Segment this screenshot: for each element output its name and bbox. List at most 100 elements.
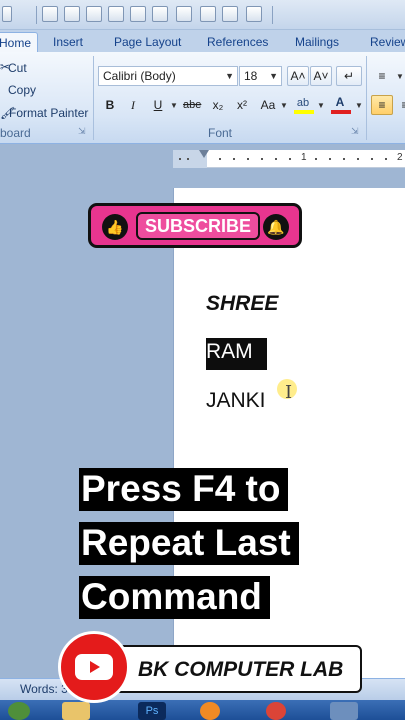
text-cursor-icon: I (285, 382, 293, 403)
word-count[interactable]: Words: 3 (20, 682, 68, 696)
youtube-play-icon (75, 654, 113, 680)
ruler-tick (187, 158, 189, 160)
subscribe-label[interactable]: SUBSCRIBE (136, 212, 260, 240)
align-left-icon: ≡ (378, 98, 386, 112)
checkbox-icon[interactable] (246, 6, 262, 22)
font-name-select[interactable]: Calibri (Body) ▼ (98, 66, 238, 86)
toolbar-separator (272, 6, 273, 24)
print-preview-icon[interactable] (200, 6, 216, 22)
highlight-button[interactable]: ab (292, 92, 314, 114)
window-taskbar-icon[interactable] (330, 702, 358, 720)
font-color-dropdown-icon[interactable]: ▼ (355, 101, 363, 110)
tab-mailings[interactable]: Mailings (295, 32, 339, 52)
open-folder-icon[interactable] (130, 6, 146, 22)
strikethrough-button[interactable]: abe (182, 95, 202, 115)
chevron-down-icon: ▼ (269, 71, 278, 81)
bold-button[interactable]: B (100, 95, 120, 115)
caption-line-2: Repeat Last (79, 517, 299, 569)
spelling-check-icon[interactable] (222, 6, 238, 22)
bullets-button[interactable]: ≡ (372, 66, 392, 86)
redo-icon[interactable] (42, 6, 58, 22)
ruler-number: 2 (397, 152, 403, 163)
document-line-ram-selected[interactable]: RAM (206, 338, 267, 370)
new-document-icon[interactable] (108, 6, 124, 22)
italic-button[interactable]: I (123, 95, 143, 115)
ruler-tick (261, 158, 263, 160)
ruler-tick (289, 158, 291, 160)
taskbar: Ps (0, 700, 405, 720)
ruler-tick (357, 158, 359, 160)
explorer-taskbar-icon[interactable] (62, 702, 90, 720)
save-icon[interactable] (152, 6, 168, 22)
toolbar-separator (36, 6, 37, 24)
align-left-button[interactable]: ≡ (371, 95, 393, 115)
group-separator (93, 56, 94, 140)
shrink-font-button[interactable]: A˅ (310, 66, 332, 86)
align-center-button[interactable]: ≡ (395, 95, 405, 115)
underline-button[interactable]: U (148, 95, 168, 115)
youtube-logo-icon[interactable] (58, 631, 130, 703)
channel-name: BK COMPUTER LAB (138, 658, 344, 681)
underline-dropdown-icon[interactable]: ▼ (170, 101, 178, 110)
caption-text: Repeat Last (79, 522, 299, 565)
quick-access-toolbar (0, 0, 405, 30)
caption-line-3: Command (79, 571, 270, 623)
caption-line-1: Press F4 to (79, 463, 289, 515)
superscript-button[interactable]: x² (232, 95, 252, 115)
ruler-tick (179, 158, 181, 160)
tab-page-layout[interactable]: Page Layout (114, 32, 181, 52)
print-icon[interactable] (176, 6, 192, 22)
play-triangle-icon (90, 661, 100, 673)
group-separator (366, 56, 367, 140)
subscribe-banner[interactable]: 👍 SUBSCRIBE 🔔 (88, 203, 302, 248)
ribbon: ✂ Cut Copy 🖌 Format Painter board ⇲ Cali… (0, 52, 405, 144)
chrome-taskbar-icon[interactable] (266, 702, 286, 720)
ruler-tick (329, 158, 331, 160)
indent-marker-icon[interactable] (199, 150, 209, 168)
clipboard-dialog-launcher-icon[interactable]: ⇲ (78, 126, 86, 137)
horizontal-ruler: 1 2 (173, 150, 405, 168)
ruler-tick (275, 158, 277, 160)
undo-icon[interactable] (2, 6, 12, 22)
change-case-dropdown-icon[interactable]: ▼ (280, 101, 288, 110)
font-size-value: 18 (244, 69, 258, 83)
document-line-janki[interactable]: JANKI (206, 389, 266, 413)
customize-toolbar-icon[interactable] (280, 6, 288, 22)
font-color-button[interactable]: A (329, 92, 351, 114)
copy-doc-icon[interactable] (86, 6, 102, 22)
highlight-dropdown-icon[interactable]: ▼ (317, 101, 325, 110)
tab-home[interactable]: Home (0, 32, 39, 52)
tab-review[interactable]: Review (370, 32, 405, 52)
thumbs-up-icon[interactable]: 👍 (102, 214, 128, 240)
ruler-number: 1 (301, 152, 307, 163)
tab-references[interactable]: References (207, 32, 268, 52)
start-button-icon[interactable] (8, 702, 30, 720)
cut-button[interactable]: Cut (8, 61, 27, 75)
firefox-taskbar-icon[interactable] (200, 702, 220, 720)
photoshop-taskbar-icon[interactable]: Ps (138, 702, 166, 720)
ruler-tick (219, 158, 221, 160)
edit-icon[interactable] (64, 6, 80, 22)
bullets-dropdown-icon[interactable]: ▼ (396, 72, 404, 81)
ruler-tick (385, 158, 387, 160)
format-painter-button[interactable]: Format Painter (9, 106, 88, 120)
clipboard-group-label: board (0, 126, 31, 140)
font-dialog-launcher-icon[interactable]: ⇲ (351, 126, 359, 137)
grow-font-button[interactable]: A˄ (287, 66, 309, 86)
clear-formatting-button[interactable]: ↵ (336, 66, 362, 86)
font-size-select[interactable]: 18 ▼ (239, 66, 282, 86)
ruler-tick (247, 158, 249, 160)
caption-text: Command (79, 576, 270, 619)
copy-button[interactable]: Copy (8, 83, 36, 97)
tab-insert[interactable]: Insert (53, 32, 83, 52)
document-line-shree[interactable]: SHREE (206, 292, 278, 316)
font-group-label: Font (208, 126, 233, 140)
caption-text: Press F4 to (79, 468, 289, 511)
change-case-button[interactable]: Aa (258, 95, 278, 115)
subscript-button[interactable]: x₂ (208, 95, 228, 115)
bullet-list-icon: ≡ (378, 69, 386, 83)
chevron-down-icon: ▼ (225, 71, 234, 81)
font-name-value: Calibri (Body) (103, 69, 176, 83)
bell-icon[interactable]: 🔔 (263, 214, 289, 240)
font-color-swatch (331, 110, 351, 114)
